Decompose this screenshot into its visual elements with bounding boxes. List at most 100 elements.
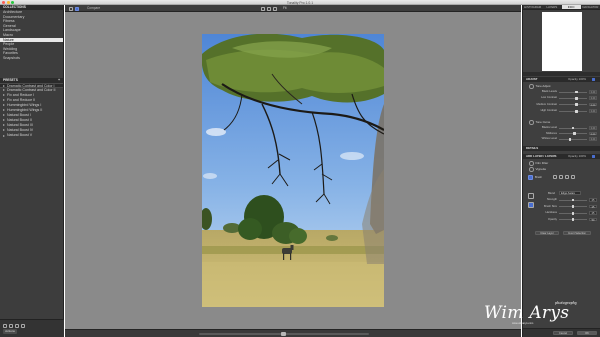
slider-row: Black Levels 0.00 (523, 90, 600, 94)
watermark-name: Wim Arys (484, 303, 570, 323)
tab-navigator[interactable]: NAVIGATOR (581, 5, 600, 9)
mask-view-icon[interactable] (571, 175, 575, 179)
filmstrip-scroll-knob[interactable] (281, 332, 286, 336)
slider-thumb[interactable] (573, 132, 576, 135)
slider-value-field[interactable]: 0.00 (589, 102, 597, 107)
layer-section-header[interactable]: ADD LAYER / LAYERS Opacity 100% (523, 154, 600, 159)
disclosure-triangle-icon[interactable] (3, 93, 5, 96)
slider-thumb[interactable] (575, 109, 578, 113)
slider-value-field[interactable]: 0.00 (589, 90, 597, 94)
tone-curve-group[interactable]: Tone Curve (529, 120, 551, 125)
add-icon[interactable] (3, 324, 7, 328)
slider-thumb[interactable] (572, 126, 575, 130)
slider-thumb[interactable] (572, 205, 575, 208)
slider-track[interactable] (559, 97, 587, 99)
preset-label: Natural Boost III (7, 123, 33, 128)
disclosure-triangle-icon[interactable] (3, 88, 5, 91)
invert-selection-button[interactable]: Invert Selection (563, 231, 591, 236)
presets-list: Dramatic Contrast and Color I Dramatic Co… (0, 82, 63, 139)
cancel-button[interactable]: Cancel (553, 331, 573, 336)
clear-icon[interactable] (565, 175, 569, 179)
tab-layers[interactable]: LAYERS (542, 5, 561, 9)
disclosure-triangle-icon[interactable] (3, 119, 5, 122)
slider-track[interactable] (559, 91, 587, 93)
blend-mode-select[interactable]: Edge Aware (559, 191, 581, 195)
zoom-level[interactable]: Fit (283, 6, 287, 10)
brush-tool-icon[interactable] (528, 175, 533, 180)
disclosure-triangle-icon[interactable] (3, 98, 5, 101)
preset-label: Natural Boost V (7, 133, 33, 138)
slider-label: Blacks Level (541, 126, 557, 129)
layer-enable-checkbox[interactable] (592, 154, 595, 158)
tab-histogram[interactable]: HISTOGRAM (523, 5, 542, 9)
disclosure-triangle-icon[interactable] (3, 103, 5, 106)
adjust-enable-checkbox[interactable] (592, 77, 595, 81)
disclosure-triangle-icon[interactable] (3, 124, 5, 127)
import-icon[interactable] (9, 324, 13, 328)
preset-label: Hummingbird Wings II (7, 108, 43, 112)
collections-header[interactable]: COLLECTIONS (0, 5, 63, 10)
collection-item[interactable]: Snapshots (0, 56, 63, 61)
disclosure-triangle-icon[interactable] (3, 114, 5, 117)
disclosure-triangle-icon[interactable] (3, 134, 5, 137)
slider-value-field[interactable]: 0.00 (589, 96, 597, 100)
undo-icon[interactable] (261, 6, 265, 11)
preview-strip (523, 72, 600, 76)
slider-value-field[interactable]: 0.00 (589, 126, 597, 130)
preset-item[interactable]: Natural Boost V (0, 133, 63, 138)
navigator-preview[interactable] (542, 12, 582, 71)
tone-adjust-group[interactable]: Tone Adjust (529, 84, 551, 89)
tab-info[interactable]: INFO (561, 5, 581, 9)
collections-list: Architecture Documentary Fitness General Lan… (0, 10, 63, 61)
main-image[interactable] (202, 34, 384, 307)
view-icon[interactable] (69, 6, 73, 11)
slider-thumb[interactable] (572, 218, 575, 222)
zoom-out-icon[interactable] (273, 6, 277, 11)
film-filter-item[interactable]: Film Filter (529, 161, 549, 166)
blend-label: Blend (548, 192, 555, 195)
adjust-opacity-dropdown[interactable]: Opacity 100% (568, 77, 586, 82)
disclosure-triangle-icon[interactable] (3, 129, 5, 132)
slider-label: Medium Contrast (536, 102, 557, 106)
slider-value-field[interactable]: 25 (589, 198, 597, 202)
slider-value-field[interactable]: 50 (589, 217, 597, 222)
adjust-section-header[interactable]: ADJUST Opacity 100% (523, 77, 600, 82)
redo-icon[interactable] (267, 6, 271, 11)
ok-button[interactable]: OK (577, 331, 597, 336)
details-section-header[interactable]: DETAILS (523, 146, 600, 151)
disclosure-triangle-icon[interactable] (3, 109, 5, 112)
export-icon[interactable] (15, 324, 19, 328)
slider-value-field[interactable]: 0.00 (589, 109, 597, 113)
slider-thumb[interactable] (572, 211, 575, 215)
canvas-toolbar: Compare Fit (65, 5, 521, 12)
split-icon[interactable] (75, 6, 79, 11)
slider-value-field[interactable]: 25 (589, 204, 597, 209)
slider-thumb[interactable] (572, 198, 575, 202)
slider-track[interactable] (559, 104, 587, 106)
disclosure-triangle-icon[interactable] (3, 84, 5, 87)
canvas-area: Compare Fit (65, 5, 521, 337)
filmstrip-scrollbar[interactable] (199, 332, 369, 336)
actions-button[interactable]: Actions (3, 329, 17, 334)
right-panel-footer: Cancel OK (523, 328, 600, 337)
fill-icon[interactable] (559, 175, 563, 179)
compare-label[interactable]: Compare (87, 6, 100, 10)
slider-row: Midtones 0.00 (523, 131, 600, 136)
preset-label: Fix and Reduce I (7, 92, 35, 97)
slider-track[interactable] (559, 138, 587, 140)
slider-thumb[interactable] (575, 103, 578, 107)
preset-label: Natural Boost IV (7, 128, 34, 133)
slider-value-field[interactable]: 25 (589, 211, 597, 215)
layer-opacity-dropdown[interactable]: Opacity 100% (568, 154, 586, 159)
vignette-item[interactable]: Vignette (529, 167, 547, 172)
settings-icon[interactable] (21, 324, 25, 328)
slider-thumb[interactable] (575, 96, 578, 100)
slider-label: Strength (546, 198, 557, 201)
clear-layer-button[interactable]: Clear Layer (535, 231, 559, 236)
eraser-icon[interactable] (553, 175, 557, 179)
left-panel: COLLECTIONS Architecture Documentary Fitne… (0, 5, 64, 337)
slider-thumb[interactable] (575, 90, 578, 94)
slider-value-field[interactable]: 0.00 (589, 137, 597, 141)
slider-track[interactable] (559, 110, 587, 112)
slider-value-field[interactable]: 0.00 (589, 131, 597, 136)
